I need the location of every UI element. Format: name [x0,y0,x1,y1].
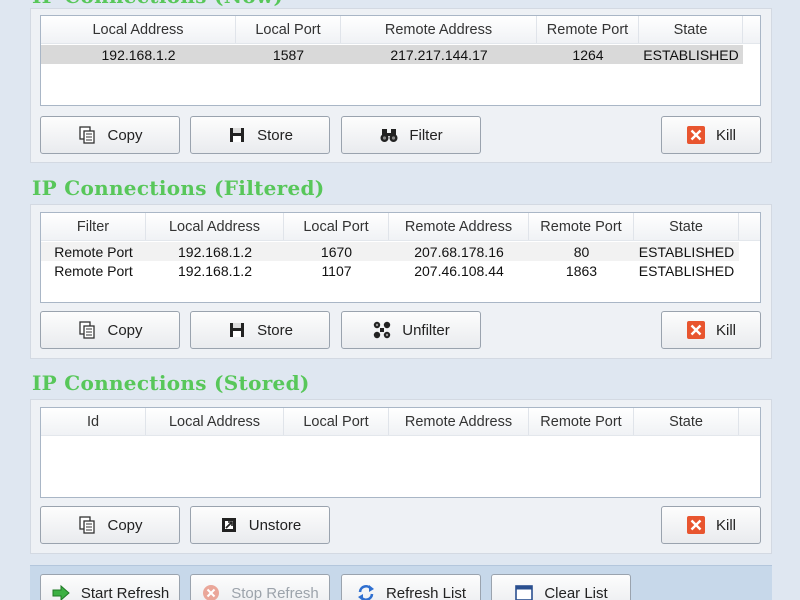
start-refresh-label: Start Refresh [80,584,170,600]
column-state[interactable]: State [639,16,743,43]
column-remote-address[interactable]: Remote Address [389,408,529,435]
cell-remote-address: 207.46.108.44 [414,262,504,279]
floppy-disk-icon [227,320,247,340]
cell-filter: Remote Port [54,262,133,279]
cell-filter: Remote Port [54,243,133,260]
filter-button[interactable]: Filter [341,116,481,154]
section-title-filtered: IP Connections (Filtered) [32,176,325,200]
unfilter-button[interactable]: Unfilter [341,311,481,349]
cell-remote-address: 207.68.178.16 [414,243,504,260]
column-local-address[interactable]: Local Address [146,213,284,240]
cell-local-address: 192.168.1.2 [101,46,176,63]
cell-remote-address: 217.217.144.17 [390,46,488,63]
unstore-button-label: Unstore [248,516,302,534]
column-remote-port[interactable]: Remote Port [537,16,639,43]
unfilter-button-label: Unfilter [402,321,450,339]
column-remote-address[interactable]: Remote Address [341,16,537,43]
column-local-address[interactable]: Local Address [146,408,284,435]
cell-local-address: 192.168.1.2 [178,243,252,260]
kill-button-label: Kill [715,516,736,534]
cell-remote-port: 1264 [572,46,604,63]
refresh-list-button[interactable]: Refresh List [341,574,481,600]
column-remote-port[interactable]: Remote Port [529,408,634,435]
cell-state: ESTABLISHED [643,46,739,63]
cell-local-port: 1107 [321,262,352,279]
column-state[interactable]: State [634,213,739,240]
kill-button[interactable]: Kill [661,311,761,349]
column-local-port[interactable]: Local Port [284,408,389,435]
table-row[interactable]: Remote Port 192.168.1.2 1670 207.68.178.… [41,242,739,261]
listview-now[interactable]: Local Address Local Port Remote Address … [40,15,761,106]
unstore-button[interactable]: Unstore [190,506,330,544]
kill-button[interactable]: Kill [661,506,761,544]
copy-icon [77,125,97,145]
store-button-label: Store [257,126,293,144]
window-icon [514,583,534,600]
red-x-icon [686,515,706,535]
store-button[interactable]: Store [190,311,330,349]
column-state[interactable]: State [634,408,739,435]
stop-icon [201,583,221,600]
cell-state: ESTABLISHED [638,243,735,260]
start-refresh-button[interactable]: Start Refresh [40,574,180,600]
column-local-address[interactable]: Local Address [41,16,236,43]
clear-list-label: Clear List [544,584,608,600]
cell-local-address: 192.168.1.2 [178,262,252,279]
unstore-icon [219,515,239,535]
copy-button-label: Copy [107,126,143,144]
stop-refresh-label: Stop Refresh [231,584,319,600]
red-x-icon [686,320,706,340]
column-id[interactable]: Id [41,408,146,435]
binoculars-icon [379,125,399,145]
column-remote-port[interactable]: Remote Port [529,213,634,240]
copy-button-label: Copy [107,321,143,339]
store-button-label: Store [257,321,293,339]
cell-remote-port: 80 [573,243,590,260]
cell-local-port: 1670 [320,243,353,260]
column-remote-address[interactable]: Remote Address [389,213,529,240]
green-arrow-icon [51,583,71,600]
floppy-disk-icon [227,125,247,145]
stop-refresh-button[interactable]: Stop Refresh [190,574,330,600]
red-x-icon [686,125,706,145]
cell-remote-port: 1863 [565,262,598,279]
column-local-port[interactable]: Local Port [236,16,341,43]
cell-local-port: 1587 [272,46,305,63]
listview-filtered[interactable]: Filter Local Address Local Port Remote A… [40,212,761,303]
copy-icon [77,515,97,535]
refresh-icon [356,583,376,600]
listview-header: Filter Local Address Local Port Remote A… [41,213,760,241]
filter-button-label: Filter [409,126,443,144]
cell-state: ESTABLISHED [638,262,735,279]
clear-list-button[interactable]: Clear List [491,574,631,600]
kill-button[interactable]: Kill [661,116,761,154]
copy-icon [77,320,97,340]
listview-header: Local Address Local Port Remote Address … [41,16,760,44]
unfilter-icon [372,320,392,340]
section-title-now: IP Connections (Now) [32,0,283,8]
column-local-port[interactable]: Local Port [284,213,389,240]
refresh-list-label: Refresh List [385,584,467,600]
kill-button-label: Kill [715,126,736,144]
copy-button[interactable]: Copy [40,506,180,544]
kill-button-label: Kill [715,321,736,339]
listview-stored[interactable]: Id Local Address Local Port Remote Addre… [40,407,761,498]
copy-button-label: Copy [107,516,143,534]
copy-button[interactable]: Copy [40,311,180,349]
store-button[interactable]: Store [190,116,330,154]
table-row[interactable]: 192.168.1.2 1587 217.217.144.17 1264 EST… [41,45,743,64]
section-title-stored: IP Connections (Stored) [32,371,310,395]
column-filter[interactable]: Filter [41,213,146,240]
table-row[interactable]: Remote Port 192.168.1.2 1107 207.46.108.… [41,261,739,280]
listview-header: Id Local Address Local Port Remote Addre… [41,408,760,436]
copy-button[interactable]: Copy [40,116,180,154]
